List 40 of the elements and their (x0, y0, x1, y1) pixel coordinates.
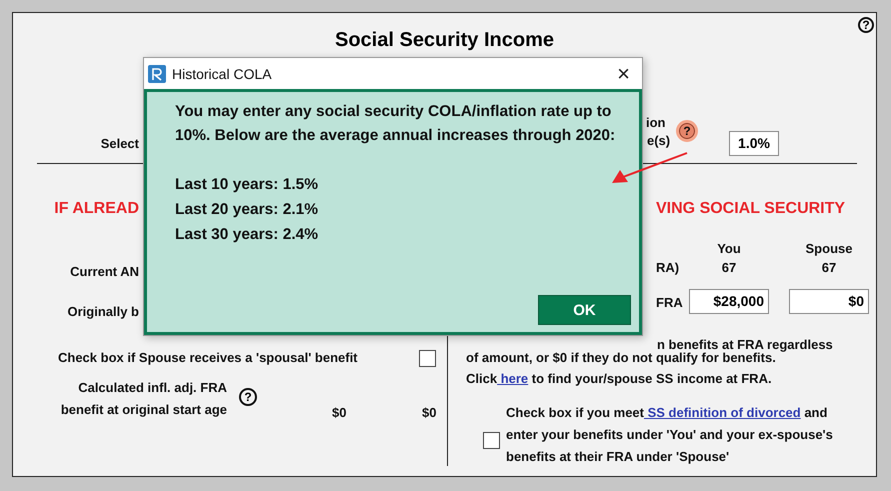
column-header: Spouse (804, 240, 854, 258)
field-label: e(s) (647, 132, 670, 150)
page-title: Social Security Income (335, 29, 554, 52)
note-text: n benefits at FRA regardless (657, 336, 833, 352)
checkbox[interactable] (483, 432, 500, 449)
field-label: Originally b (67, 303, 139, 321)
rate-line: Last 30 years: 2.4% (175, 225, 320, 245)
field-label: Select (100, 135, 139, 153)
benefit-value: $0 (332, 404, 346, 422)
note-text: of amount, or $0 if they do not qualify for benefits. Click here to find your/spouse SS income at FRA. (466, 350, 776, 388)
benefit-value: $0 (422, 404, 436, 422)
link[interactable]: here (497, 371, 528, 386)
close-button[interactable]: × (611, 62, 636, 84)
help-icon[interactable]: ? (676, 120, 698, 142)
benefit-field[interactable]: $0 (789, 289, 869, 314)
checkbox-label: Check box if you meet SS definition of divorced and enter your benefits under 'You' and your ex-spouse's benefits at their FRA under 'Spouse' (506, 404, 834, 466)
field-label: FRA (656, 294, 683, 312)
cola-rate-field[interactable]: 1.0% (729, 131, 779, 156)
rate-line: Last 10 years: 1.5% (175, 175, 320, 195)
link[interactable]: SS definition of divorced (644, 405, 801, 420)
help-icon[interactable]: ? (239, 388, 257, 406)
checkbox-label: Check box if Spouse receives a 'spousal' benefit (58, 349, 358, 367)
checkbox[interactable] (419, 350, 436, 367)
field-label: Current AN (70, 263, 139, 281)
section-heading: IF ALREAD (54, 200, 139, 218)
benefit-field[interactable]: $28,000 (689, 289, 769, 314)
field-label: ion (646, 114, 666, 132)
column-header: You (716, 240, 742, 258)
age-value: 67 (820, 259, 838, 277)
app-logo-icon (148, 64, 166, 82)
section-heading: VING SOCIAL SECURITY (656, 200, 846, 218)
dialog-message: You may enter any social security COLA/inflation rate up to 10%. Below are the average annual increases through 2020: (175, 102, 616, 146)
ok-button[interactable]: OK (538, 295, 631, 325)
rate-line: Last 20 years: 2.1% (175, 200, 320, 220)
arrow-icon (611, 152, 689, 184)
field-label: Calculated infl. adj. FRA benefit at original start age (60, 379, 227, 419)
age-value: 67 (720, 259, 738, 277)
dialog-title: Historical COLA (172, 66, 273, 82)
help-icon[interactable]: ? (858, 17, 874, 33)
field-label: RA) (656, 259, 680, 277)
